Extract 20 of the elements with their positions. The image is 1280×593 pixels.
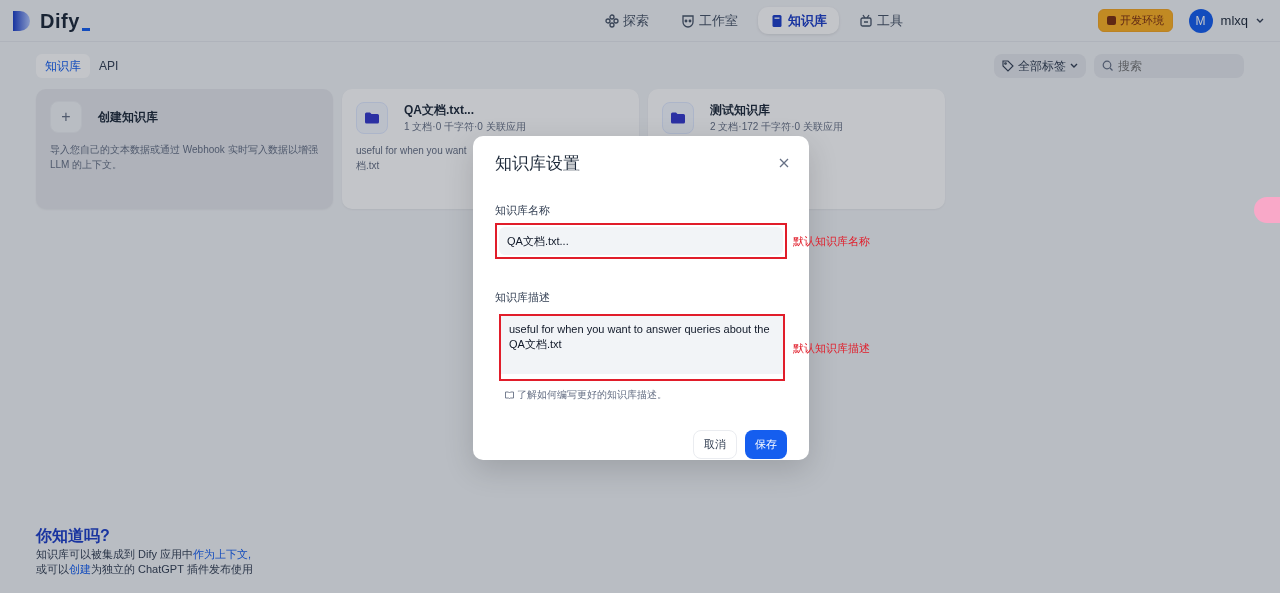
card-title: 测试知识库 bbox=[710, 102, 771, 119]
annotation-text: 默认知识库名称 bbox=[793, 233, 870, 249]
annotation-text: 默认知识库描述 bbox=[793, 340, 870, 356]
plus-icon: + bbox=[50, 101, 82, 133]
tip-text: 或可以创建为独立的 ChatGPT 插件发布使用 bbox=[36, 562, 254, 577]
card-description: 档.txt bbox=[356, 158, 380, 173]
dialog-title: 知识库设置 bbox=[495, 154, 580, 175]
card-title: QA文档.txt... bbox=[404, 102, 475, 119]
user-avatar: M bbox=[1188, 8, 1213, 33]
environment-badge: 开发环境 bbox=[1097, 9, 1173, 32]
card-description: 导入您自己的文本数据或通过 Webhook 实时写入数据以增强 LLM 的上下文。 bbox=[50, 143, 319, 172]
card-meta: 1 文档·0 千字符·0 关联应用 bbox=[404, 120, 526, 134]
field-label: 知识库描述 bbox=[495, 290, 551, 306]
card-description: useful for when you want bbox=[356, 144, 467, 158]
logo-text: Dify bbox=[40, 8, 80, 34]
card-title: 创建知识库 bbox=[98, 109, 158, 126]
tip-text: 知识库可以被集成到 Dify 应用中作为上下文, bbox=[36, 547, 253, 563]
tip-title: 你知道吗? bbox=[36, 526, 111, 546]
field-label: 知识库名称 bbox=[495, 203, 551, 219]
card-meta: 2 文档·172 千字符·0 关联应用 bbox=[710, 120, 843, 134]
